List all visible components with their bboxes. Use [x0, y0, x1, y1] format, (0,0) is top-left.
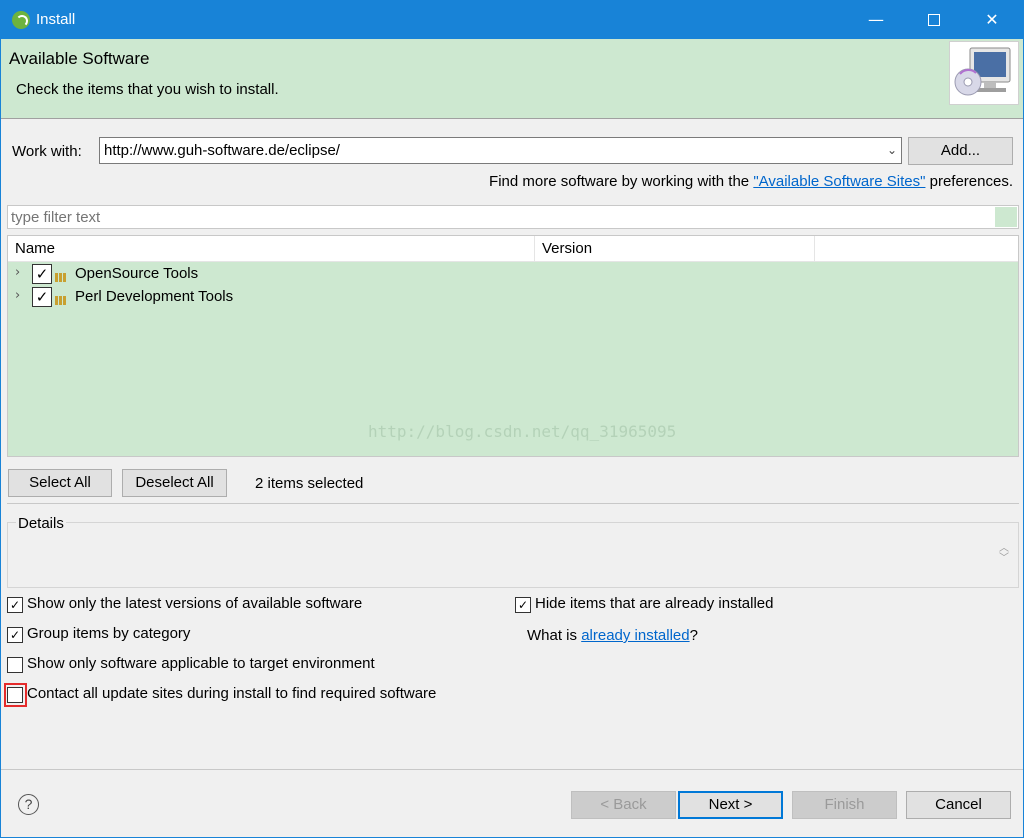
install-computer-icon — [949, 41, 1019, 105]
category-icon — [55, 269, 71, 282]
divider — [7, 503, 1019, 504]
tree-row-opensource-tools[interactable]: › ✓ OpenSource Tools — [8, 263, 1018, 286]
column-version[interactable]: Version — [535, 236, 815, 262]
wizard-header: Available Software Check the items that … — [1, 39, 1023, 119]
details-area[interactable] — [7, 522, 1019, 588]
chevron-right-icon[interactable]: › — [15, 288, 20, 303]
available-sites-hint: Find more software by working with the "… — [489, 173, 1013, 190]
filter-box — [7, 205, 1019, 229]
highlight-marker — [4, 683, 27, 707]
software-tree[interactable]: Name Version › ✓ OpenSource Tools › ✓ Pe… — [7, 235, 1019, 457]
chevron-right-icon[interactable]: › — [15, 265, 20, 280]
work-with-value: http://www.guh-software.de/eclipse/ — [104, 142, 340, 159]
finish-button[interactable]: Finish — [792, 791, 897, 819]
tree-row-label: Perl Development Tools — [75, 288, 234, 305]
add-site-button[interactable]: Add... — [908, 137, 1013, 165]
close-button[interactable]: ✕ — [963, 1, 1021, 39]
cancel-button[interactable]: Cancel — [906, 791, 1011, 819]
footer-divider — [1, 769, 1023, 770]
chevron-down-icon[interactable]: ⌄ — [887, 143, 897, 157]
tree-checkbox[interactable]: ✓ — [32, 287, 52, 307]
window-title: Install — [36, 11, 76, 28]
tree-row-perl-development-tools[interactable]: › ✓ Perl Development Tools — [8, 286, 1018, 309]
deselect-all-button[interactable]: Deselect All — [122, 469, 227, 497]
details-scroll-icon[interactable]: ︿ ﹀ — [999, 544, 1009, 564]
next-button[interactable]: Next > — [678, 791, 783, 819]
column-name[interactable]: Name — [8, 236, 535, 262]
install-dialog: Install — ✕ Available Software Check the… — [0, 0, 1024, 838]
tree-row-label: OpenSource Tools — [75, 265, 199, 282]
target-environment-checkbox[interactable] — [7, 657, 23, 673]
already-installed-link[interactable]: already installed — [581, 627, 689, 644]
latest-versions-checkbox[interactable]: ✓ — [7, 597, 23, 613]
work-with-label: Work with: — [12, 143, 82, 160]
hide-installed-checkbox[interactable]: ✓ — [515, 597, 531, 613]
tree-header: Name Version — [8, 236, 1018, 262]
available-software-sites-link[interactable]: "Available Software Sites" — [753, 173, 925, 190]
page-description: Check the items that you wish to install… — [16, 81, 279, 98]
select-all-button[interactable]: Select All — [8, 469, 112, 497]
page-title: Available Software — [9, 49, 150, 68]
selection-status: 2 items selected — [255, 475, 364, 492]
what-is-installed-text: What is already installed? — [527, 627, 698, 644]
group-by-category-checkbox[interactable]: ✓ — [7, 627, 23, 643]
minimize-button[interactable]: — — [847, 1, 905, 39]
category-icon — [55, 292, 71, 305]
maximize-icon — [928, 13, 940, 26]
back-button[interactable]: < Back — [571, 791, 676, 819]
spring-leaf-icon — [12, 11, 30, 29]
tree-checkbox[interactable]: ✓ — [32, 264, 52, 284]
watermark-text: http://blog.csdn.net/qq_31965095 — [368, 422, 677, 441]
clear-filter-icon[interactable] — [995, 207, 1017, 227]
maximize-button[interactable] — [905, 1, 963, 39]
filter-input[interactable] — [8, 206, 988, 228]
details-label: Details — [16, 515, 66, 532]
title-bar: Install — ✕ — [1, 1, 1023, 39]
help-icon[interactable]: ? — [18, 794, 39, 815]
work-with-combo[interactable]: http://www.guh-software.de/eclipse/ ⌄ — [99, 137, 902, 164]
